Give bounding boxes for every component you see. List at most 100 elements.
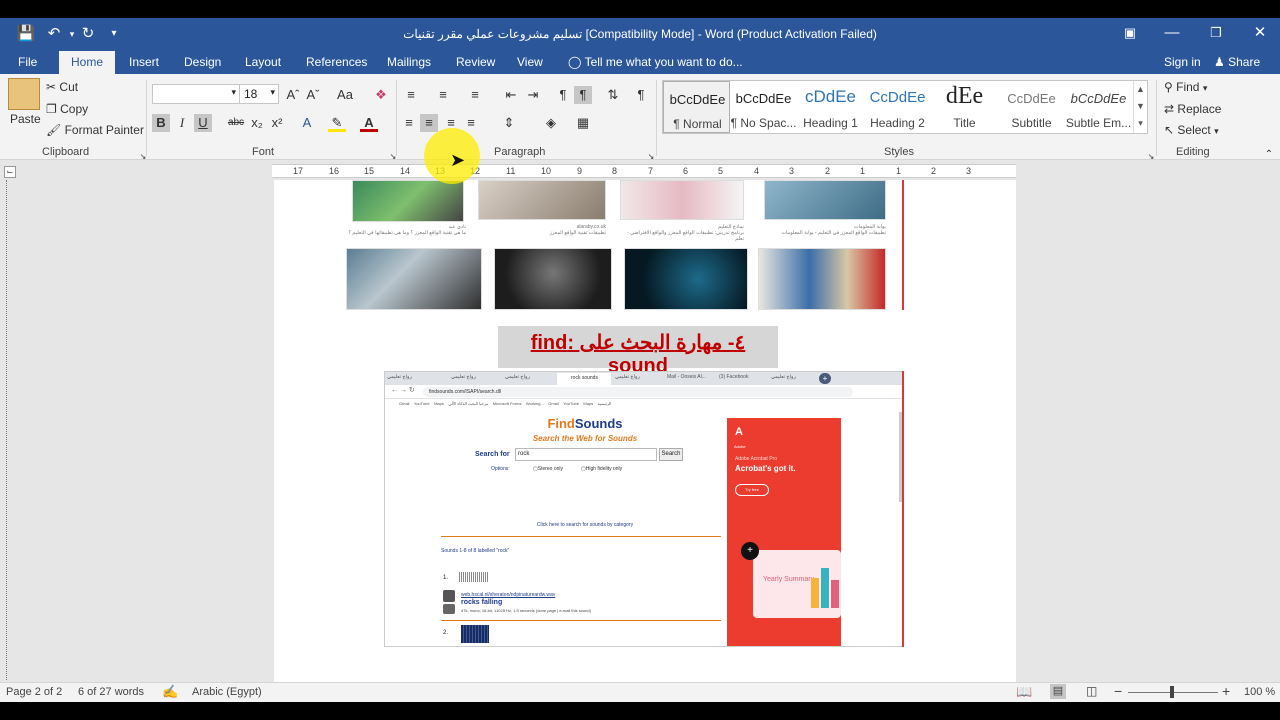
font-size-combo[interactable]: 18 ▾ (239, 84, 279, 104)
paste-icon[interactable] (8, 78, 40, 110)
tab-layout[interactable]: Layout (245, 55, 281, 69)
style-title[interactable]: dEe Title (931, 81, 998, 133)
document-page[interactable]: نادي عبد ما هي تقنية الواقع المعزز ؟ وما … (274, 180, 1016, 682)
change-case-icon[interactable]: Aa (332, 86, 358, 104)
download-icon (443, 604, 455, 614)
font-name-combo[interactable]: ▾ (152, 84, 240, 104)
margin-line (902, 180, 904, 310)
page-count[interactable]: Page 2 of 2 (6, 686, 62, 698)
numbering-icon[interactable]: ≡ (434, 86, 452, 104)
browser-tab: رواج تعليمي (771, 374, 796, 380)
tab-mailings[interactable]: Mailings (387, 55, 431, 69)
minimize-button[interactable]: — (1152, 18, 1192, 50)
tab-insert[interactable]: Insert (129, 55, 159, 69)
align-left-icon[interactable]: ≡ (400, 114, 418, 132)
font-size-value: 18 (244, 87, 258, 101)
text-effects-icon[interactable]: A (298, 114, 316, 132)
subscript-icon[interactable]: x₂ (248, 114, 266, 132)
style-label: Heading 2 (870, 116, 925, 130)
shading-icon[interactable]: ◈ (542, 114, 560, 132)
tell-me-search[interactable]: ◯ Tell me what you want to do... (568, 55, 743, 69)
ltr-icon[interactable]: ¶ (554, 86, 572, 104)
vertical-ruler[interactable] (0, 180, 18, 680)
share-button[interactable]: ♟ Share (1214, 55, 1260, 69)
sort-icon[interactable]: ⇅ (604, 86, 622, 104)
line-spacing-icon[interactable]: ⇕ (500, 114, 518, 132)
proofing-icon[interactable]: ✍ (162, 684, 178, 700)
site-logo: FindSounds (547, 416, 623, 431)
copy-button[interactable]: ❐ Copy (46, 102, 88, 116)
ruler-number: 1 (896, 166, 902, 176)
cut-button[interactable]: ✂ Cut (46, 80, 78, 94)
editing-group-label: Editing (1176, 146, 1210, 158)
align-center-icon[interactable]: ≡ (420, 114, 438, 132)
shrink-font-icon[interactable]: Aˇ (304, 86, 322, 104)
print-layout-icon[interactable]: ▤ (1050, 684, 1066, 699)
tab-view[interactable]: View (517, 55, 543, 69)
rtl-icon[interactable]: ¶ (574, 86, 592, 104)
ruler-number: 2 (825, 166, 831, 176)
style-label: Subtle Em... (1065, 116, 1132, 130)
style-preview: bCcDdEe (735, 91, 792, 106)
highlight-icon[interactable]: ✎ (328, 114, 346, 132)
style-subtle-emphasis[interactable]: bCcDdEe Subtle Em... (1065, 81, 1132, 133)
style-label: Heading 1 (803, 116, 858, 130)
gallery-scroll[interactable]: ▲ ▼ ▾ (1133, 81, 1147, 133)
style-no-spacing[interactable]: bCcDdEe ¶ No Spac... (730, 81, 797, 133)
tab-review[interactable]: Review (456, 55, 495, 69)
decrease-indent-icon[interactable]: ⇤ (502, 86, 520, 104)
replace-button[interactable]: ⇄ Replace (1164, 102, 1221, 116)
style-heading-2[interactable]: CcDdEe Heading 2 (864, 81, 931, 133)
italic-icon[interactable]: I (173, 114, 191, 132)
tab-file[interactable]: File (18, 55, 37, 69)
superscript-icon[interactable]: x² (268, 114, 286, 132)
browser-url: findsounds.com/ISAPI/search.dll (423, 387, 853, 397)
ad-small: Adobe Acrobat Pro (735, 456, 777, 462)
language-indicator[interactable]: Arabic (Egypt) (192, 686, 262, 698)
web-layout-icon[interactable]: ◫ (1086, 684, 1097, 698)
ad-card-title: Yearly Summary (763, 576, 815, 583)
select-button[interactable]: ↖ Select ▾ (1164, 123, 1219, 137)
close-button[interactable]: ✕ (1240, 18, 1280, 50)
browser-bookmarks: Gmail YouTube Maps مرحبا البحث الذكاء ال… (399, 401, 612, 406)
tab-references[interactable]: References (306, 55, 367, 69)
justify-icon[interactable]: ≡ (462, 114, 480, 132)
find-label: Find (1176, 80, 1200, 94)
font-color-icon[interactable]: A (360, 114, 378, 132)
zoom-out-icon[interactable]: − (1114, 683, 1122, 699)
restore-button[interactable]: ❐ (1196, 18, 1236, 50)
ruler-number: 15 (364, 166, 375, 176)
bold-icon[interactable]: B (152, 114, 170, 132)
find-button[interactable]: ⚲ Find ▾ (1164, 80, 1207, 94)
ribbon-display-options-icon[interactable]: ▣ (1110, 18, 1150, 50)
style-heading-1[interactable]: cDdEe Heading 1 (797, 81, 864, 133)
increase-indent-icon[interactable]: ⇥ (524, 86, 542, 104)
borders-icon[interactable]: ▦ (574, 114, 592, 132)
show-marks-icon[interactable]: ¶ (632, 86, 650, 104)
read-mode-icon[interactable]: 📖 (1016, 684, 1032, 700)
bullets-icon[interactable]: ≡ (402, 86, 420, 104)
style-normal[interactable]: bCcDdEe ¶ Normal (663, 81, 730, 133)
tab-design[interactable]: Design (184, 55, 221, 69)
zoom-in-icon[interactable]: + (1222, 683, 1230, 699)
sign-in-link[interactable]: Sign in (1164, 55, 1201, 69)
tab-home[interactable]: Home (59, 51, 116, 74)
underline-icon[interactable]: U (194, 114, 212, 132)
multilevel-list-icon[interactable]: ≡ (466, 86, 484, 104)
zoom-slider-thumb[interactable] (1170, 686, 1174, 698)
result-number: 1. (443, 575, 449, 581)
word-count[interactable]: 6 of 27 words (78, 686, 144, 698)
horizontal-ruler[interactable]: 1716151413121110987654321123 (272, 164, 1016, 178)
strikethrough-icon[interactable]: abc (226, 114, 246, 132)
chevron-down-icon: ▾ (231, 87, 236, 97)
zoom-level[interactable]: 100 % (1244, 686, 1275, 698)
result-number: 2. (443, 630, 449, 636)
paste-button[interactable]: Paste (10, 112, 41, 126)
format-painter-button[interactable]: 🖌 Format Painter (46, 123, 144, 137)
style-subtitle[interactable]: CcDdEe Subtitle (998, 81, 1065, 133)
tab-selector-icon[interactable]: ⌙ (4, 166, 16, 178)
grow-font-icon[interactable]: Aˆ (284, 86, 302, 104)
ribbon-home: Paste ✂ Cut ❐ Copy 🖌 Format Painter Clip… (0, 74, 1280, 161)
person-icon: ♟ (1214, 55, 1225, 69)
clear-formatting-icon[interactable]: ❖ (372, 86, 390, 104)
